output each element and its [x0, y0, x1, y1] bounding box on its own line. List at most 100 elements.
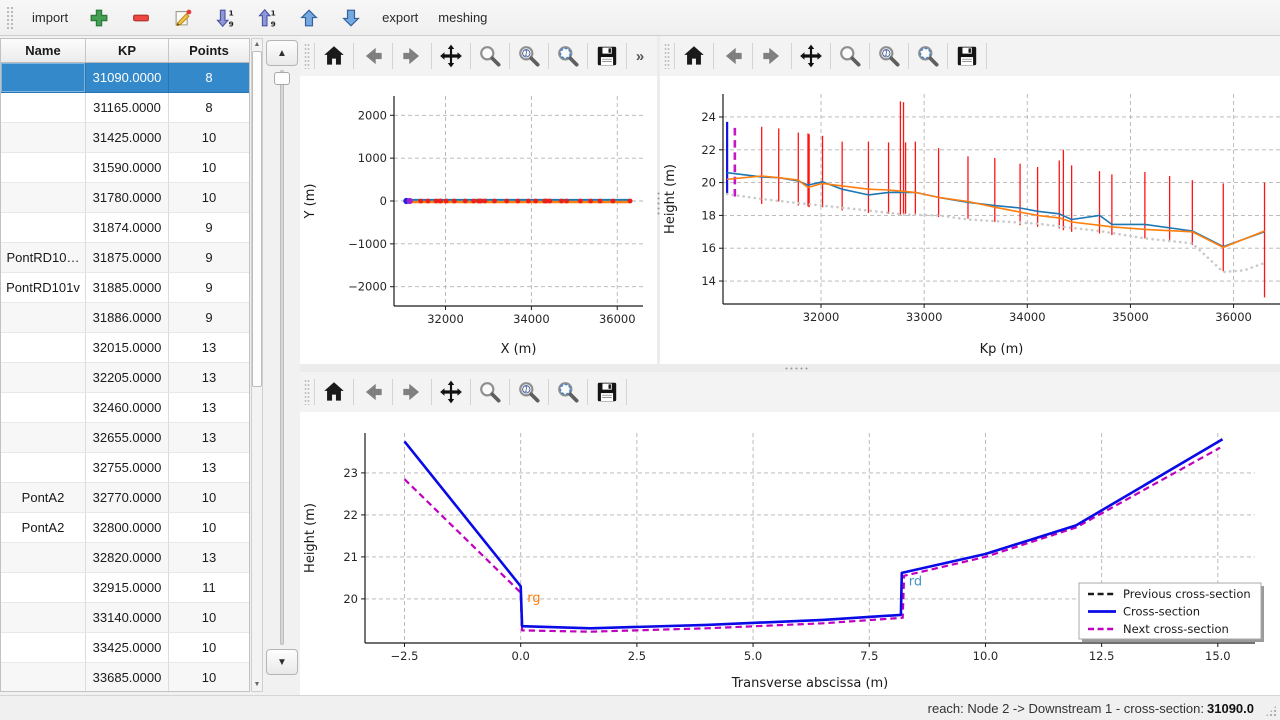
- save-button[interactable]: [590, 375, 624, 409]
- cell-name[interactable]: PontRD101v: [1, 273, 86, 303]
- forward-button[interactable]: [395, 375, 429, 409]
- cell-name[interactable]: [1, 603, 86, 633]
- table-scrollbar[interactable]: ▲ ▼: [251, 38, 263, 692]
- table-row[interactable]: 32205.000013: [1, 363, 249, 393]
- cell-kp[interactable]: 32755.0000: [86, 453, 169, 483]
- cell-points[interactable]: 10: [169, 153, 249, 183]
- cell-kp[interactable]: 31165.0000: [86, 93, 169, 123]
- cell-points[interactable]: 13: [169, 333, 249, 363]
- toolbar-grip-handle[interactable]: [304, 43, 310, 69]
- table-row[interactable]: 32015.000013: [1, 333, 249, 363]
- cell-kp[interactable]: 31425.0000: [86, 123, 169, 153]
- slider-down-button[interactable]: ▼: [266, 649, 298, 675]
- scroll-down-arrow-icon[interactable]: ▼: [252, 679, 262, 691]
- edit-button[interactable]: [164, 3, 202, 33]
- zoom-fit-button[interactable]: [551, 39, 585, 73]
- cell-points[interactable]: 9: [169, 213, 249, 243]
- cross-section-chart[interactable]: rgrd−2.50.02.55.07.510.012.515.020212223…: [300, 412, 1278, 694]
- remove-button[interactable]: [122, 3, 160, 33]
- table-row[interactable]: 31090.00008: [1, 63, 249, 93]
- save-button[interactable]: [590, 39, 624, 73]
- cell-kp[interactable]: 32655.0000: [86, 423, 169, 453]
- cell-name[interactable]: [1, 333, 86, 363]
- table-row[interactable]: 33140.000010: [1, 603, 249, 633]
- zoom-one-button[interactable]: 1: [512, 375, 546, 409]
- cell-name[interactable]: [1, 213, 86, 243]
- forward-button[interactable]: [395, 39, 429, 73]
- cell-points[interactable]: 11: [169, 573, 249, 603]
- cell-kp[interactable]: 32800.0000: [86, 513, 169, 543]
- sort-descending-button[interactable]: 19: [206, 3, 244, 33]
- zoom-button[interactable]: [473, 39, 507, 73]
- home-button[interactable]: [317, 375, 351, 409]
- cell-kp[interactable]: 33140.0000: [86, 603, 169, 633]
- table-row[interactable]: 32915.000011: [1, 573, 249, 603]
- cell-points[interactable]: 13: [169, 453, 249, 483]
- zoom-button[interactable]: [473, 375, 507, 409]
- window-resize-grip[interactable]: [1265, 705, 1277, 717]
- cell-kp[interactable]: 32460.0000: [86, 393, 169, 423]
- table-row[interactable]: 33425.000010: [1, 633, 249, 663]
- table-scrollbar-thumb[interactable]: [252, 51, 262, 387]
- cell-kp[interactable]: 32770.0000: [86, 483, 169, 513]
- table-row[interactable]: 32820.000013: [1, 543, 249, 573]
- back-button[interactable]: [356, 39, 390, 73]
- cell-name[interactable]: [1, 123, 86, 153]
- table-row[interactable]: 31886.00009: [1, 303, 249, 333]
- slider-up-button[interactable]: ▲: [266, 40, 298, 66]
- back-button[interactable]: [716, 39, 750, 73]
- column-header-kp[interactable]: KP: [86, 39, 169, 63]
- pan-button[interactable]: [434, 39, 468, 73]
- table-row[interactable]: PontRD101v31885.00009: [1, 273, 249, 303]
- cell-name[interactable]: [1, 93, 86, 123]
- cell-name[interactable]: [1, 63, 86, 93]
- sort-ascending-button[interactable]: 19: [248, 3, 286, 33]
- cell-points[interactable]: 10: [169, 513, 249, 543]
- long-profile-chart[interactable]: 3200033000340003500036000141618202224Kp …: [660, 76, 1280, 360]
- cell-name[interactable]: PontA2: [1, 483, 86, 513]
- cell-kp[interactable]: 33425.0000: [86, 633, 169, 663]
- table-row[interactable]: 31590.000010: [1, 153, 249, 183]
- back-button[interactable]: [356, 375, 390, 409]
- pan-button[interactable]: [794, 39, 828, 73]
- cell-points[interactable]: 10: [169, 663, 249, 692]
- table-row[interactable]: 32655.000013: [1, 423, 249, 453]
- cell-name[interactable]: [1, 543, 86, 573]
- cross-sections-table[interactable]: Name KP Points 31090.0000831165.00008314…: [0, 38, 250, 692]
- table-row[interactable]: 31425.000010: [1, 123, 249, 153]
- move-down-button[interactable]: [332, 3, 370, 33]
- cell-kp[interactable]: 31090.0000: [86, 63, 169, 93]
- cell-kp[interactable]: 32205.0000: [86, 363, 169, 393]
- cell-kp[interactable]: 33685.0000: [86, 663, 169, 692]
- cell-points[interactable]: 9: [169, 243, 249, 273]
- cell-points[interactable]: 10: [169, 483, 249, 513]
- toolbar-grip-handle[interactable]: [6, 6, 14, 30]
- cell-name[interactable]: [1, 153, 86, 183]
- cell-points[interactable]: 13: [169, 363, 249, 393]
- zoom-button[interactable]: [833, 39, 867, 73]
- plan-view-chart[interactable]: 320003400036000200010000−1000−2000X (m)Y…: [300, 76, 656, 360]
- home-button[interactable]: [317, 39, 351, 73]
- cell-name[interactable]: [1, 303, 86, 333]
- cell-kp[interactable]: 31590.0000: [86, 153, 169, 183]
- table-row[interactable]: 32460.000013: [1, 393, 249, 423]
- import-button[interactable]: import: [24, 3, 76, 33]
- cell-points[interactable]: 10: [169, 183, 249, 213]
- zoom-fit-button[interactable]: [911, 39, 945, 73]
- table-row[interactable]: 31780.000010: [1, 183, 249, 213]
- column-header-name[interactable]: Name: [1, 39, 86, 63]
- cell-name[interactable]: PontA2: [1, 513, 86, 543]
- cell-name[interactable]: [1, 633, 86, 663]
- cell-kp[interactable]: 32915.0000: [86, 573, 169, 603]
- zoom-fit-button[interactable]: [551, 375, 585, 409]
- cell-points[interactable]: 10: [169, 603, 249, 633]
- cell-name[interactable]: [1, 183, 86, 213]
- toolbar-grip-handle[interactable]: [304, 379, 310, 405]
- zoom-one-button[interactable]: 1: [512, 39, 546, 73]
- cell-points[interactable]: 10: [169, 633, 249, 663]
- cell-points[interactable]: 8: [169, 93, 249, 123]
- cross-section-canvas[interactable]: rgrd−2.50.02.55.07.510.012.515.020212223…: [300, 412, 1280, 697]
- table-row[interactable]: 33685.000010: [1, 663, 249, 692]
- cell-points[interactable]: 13: [169, 393, 249, 423]
- cell-kp[interactable]: 31780.0000: [86, 183, 169, 213]
